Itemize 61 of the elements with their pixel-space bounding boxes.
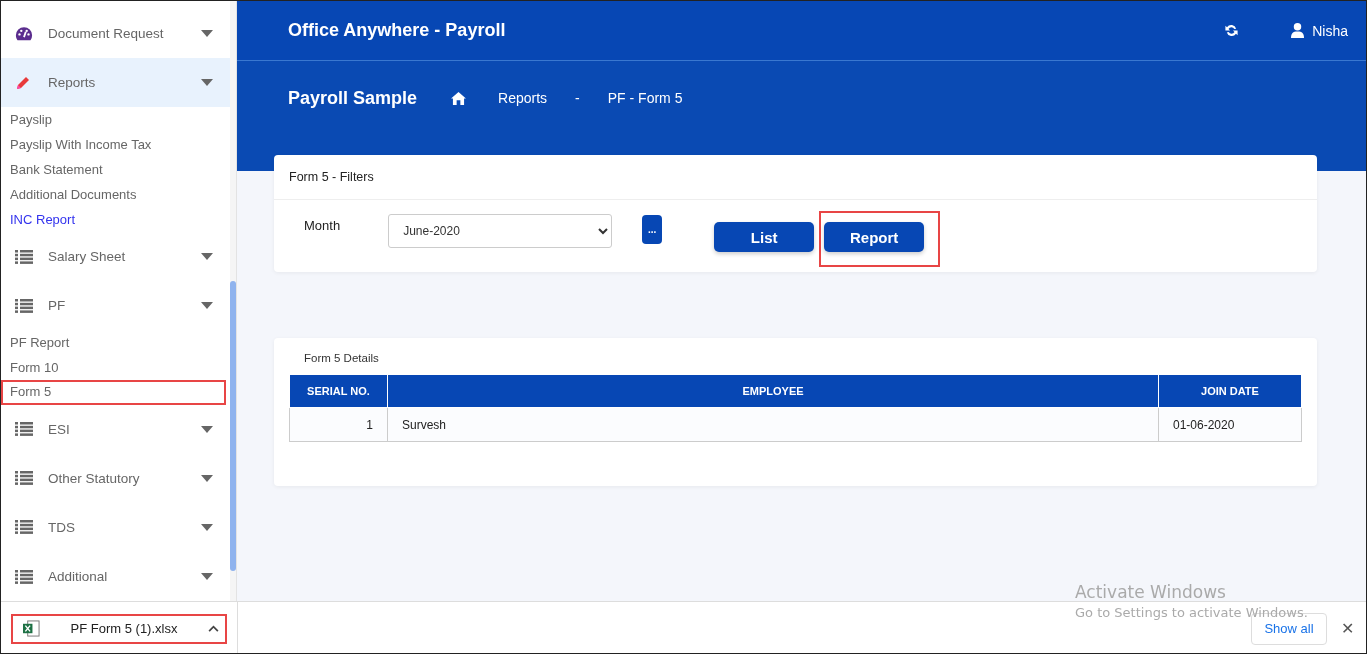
more-button[interactable]: ... (642, 215, 663, 244)
gauge-icon (15, 26, 33, 42)
home-icon[interactable] (451, 91, 467, 105)
caret-down-icon (201, 523, 213, 531)
refresh-icon[interactable] (1224, 23, 1240, 38)
list-icon (15, 520, 33, 535)
sidebar-menu-item[interactable]: PF (1, 281, 230, 331)
column-header: JOIN DATE (1158, 374, 1302, 408)
sidebar-menu-item[interactable]: Reports (1, 58, 230, 108)
notice-title: Activate Windows (1075, 581, 1227, 603)
column-header: EMPLOYEE (387, 374, 1159, 408)
scrollbar-thumb[interactable] (230, 281, 236, 571)
list-icon (15, 471, 33, 486)
action-button[interactable]: List (714, 222, 815, 252)
caret-down-icon (201, 253, 213, 261)
caret-down-icon (201, 474, 213, 482)
list-icon (15, 249, 33, 264)
sidebar-link[interactable]: Payslip (1, 107, 230, 133)
table-cell: Survesh (387, 407, 1159, 442)
sidebar-menu-item[interactable]: Other Statutory (1, 453, 230, 503)
caret-down-icon (201, 302, 213, 310)
list-icon (15, 298, 33, 313)
caret-down-icon (201, 79, 213, 87)
card-title: Form 5 - Filters (289, 170, 374, 184)
sidebar-menu-item[interactable]: Salary Sheet (1, 232, 230, 282)
table-cell: 1 (289, 407, 388, 442)
list-icon (15, 569, 33, 584)
list-icon (15, 422, 33, 437)
download-item[interactable]: PF Form 5 (1).xlsx (11, 613, 227, 644)
sidebar-link[interactable]: PF Report (1, 330, 230, 356)
breadcrumb-item[interactable]: PF - Form 5 (607, 87, 683, 109)
sidebar-link[interactable]: Bank Statement (1, 157, 230, 183)
action-button[interactable]: Report (824, 222, 925, 252)
spreadsheet-file-icon (23, 620, 40, 637)
sidebar-menu-item[interactable]: Additional (1, 551, 230, 601)
sidebar-menu-item[interactable]: TDS (1, 502, 230, 552)
caret-down-icon (201, 425, 213, 433)
sidebar-link[interactable]: INC Report (1, 207, 230, 233)
table-cell: 01-06-2020 (1158, 407, 1302, 442)
file-name: PF Form 5 (1).xlsx (69, 621, 179, 636)
card-title: Form 5 Details (303, 351, 380, 366)
sidebar-menu-item[interactable]: ESI (1, 404, 230, 454)
breadcrumb-item[interactable]: Reports (498, 87, 548, 109)
app-title: Office Anywhere - Payroll (288, 20, 507, 41)
column-header: SERIAL NO. (289, 374, 388, 408)
caret-down-icon (201, 30, 213, 38)
sidebar-link[interactable]: Payslip With Income Tax (1, 132, 230, 158)
user-icon (1291, 23, 1305, 38)
sidebar-link[interactable]: Form 5 (1, 380, 226, 405)
chevron-up-icon[interactable] (208, 625, 219, 632)
sidebar-link[interactable]: Additional Documents (1, 182, 230, 208)
breadcrumb-item[interactable]: - (575, 87, 580, 109)
month-select[interactable]: June-2020 (388, 214, 613, 248)
user-name[interactable]: Nisha (1312, 22, 1348, 39)
pencil-icon (15, 74, 31, 91)
sidebar-link[interactable]: Form 10 (1, 355, 230, 381)
sidebar-menu-item[interactable]: Document Request (1, 9, 230, 59)
field-label: Month (304, 218, 341, 233)
company-name: Payroll Sample (288, 87, 418, 109)
caret-down-icon (201, 573, 213, 580)
close-button[interactable]: ✕ (1341, 619, 1354, 638)
